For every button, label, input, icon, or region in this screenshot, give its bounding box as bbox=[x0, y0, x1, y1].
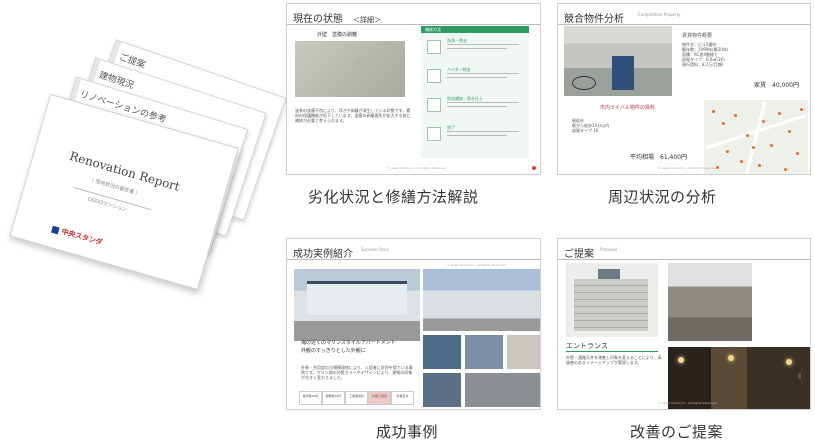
map-marker-icon bbox=[722, 122, 725, 125]
competitor-heading: 市内ライバル物件の賃料 bbox=[600, 105, 655, 111]
report-stack: ご提案 建物現況 リノベーションの参考 Renovation Report （ … bbox=[8, 39, 287, 291]
detail-photo bbox=[507, 335, 540, 369]
map-marker-icon bbox=[752, 146, 755, 149]
average-rent: 平均相場 61,400円 bbox=[630, 154, 687, 161]
slide-surroundings: 競合物件分析 Competitive Property 賃貸物件概要 物件名：ビ… bbox=[557, 3, 811, 175]
slide-footer: © Asahi Kentei Inc. All Rights Reserved bbox=[447, 263, 506, 267]
case-headline: 海の近くのマリンスタイルアパートメント 外観のすっきりとした外観に bbox=[301, 340, 396, 354]
map-marker-icon bbox=[800, 108, 803, 111]
slide-proposal: ご提案 Proposal エントランス 外壁・通路天井を改善し印象を変えることに… bbox=[557, 238, 811, 410]
repair-step: 劣化補修・防水仕上 bbox=[427, 96, 525, 118]
map-marker-icon bbox=[778, 112, 781, 115]
proposal-body: 外壁・通路天井を改善し印象を変えることにより、高級感のあるイメージアップが実現し… bbox=[566, 355, 662, 365]
light-icon bbox=[678, 357, 684, 363]
competitor-list: 駅徒歩 駅から徒歩15分以内 部屋タイプ 1K bbox=[572, 118, 610, 133]
slide-footer: © Asahi Kentei Inc. All Rights Reserved bbox=[658, 166, 717, 170]
light-icon bbox=[728, 355, 734, 361]
map-marker-icon bbox=[734, 114, 737, 117]
repair-method-panel: 補修方法 洗浄・除去 ハイター除去 劣化補修・防水仕上 完了 bbox=[421, 26, 529, 158]
repair-step: 洗浄・除去 bbox=[427, 38, 525, 60]
step-icon bbox=[427, 69, 441, 83]
repair-step: 完了 bbox=[427, 125, 525, 147]
repair-step: ハイター除去 bbox=[427, 67, 525, 89]
slide-title: 現在の状態 ＜詳細＞ bbox=[293, 14, 381, 25]
slide-body: 塗装の塗膜不良により、浮きや剥離が発生している状態です。素材の保護機能が低下して… bbox=[295, 108, 411, 123]
area-map bbox=[704, 100, 808, 174]
slide-success: 成功実例紹介 Success Story 海の近くのマリンスタイルアパートメント… bbox=[286, 238, 541, 410]
photo-label: 外壁 塗膜の剥離 bbox=[317, 32, 358, 38]
page-marker-icon bbox=[532, 166, 536, 170]
property-summary: 賃貸物件概要 物件名：ビル5番町 築年数：1999年(築20年) 面積：RC造4… bbox=[682, 33, 729, 68]
map-marker-icon bbox=[770, 144, 773, 147]
map-marker-icon bbox=[762, 120, 765, 123]
company-logo: 中央スタンダ bbox=[50, 224, 108, 249]
map-marker-icon bbox=[740, 160, 743, 163]
step-icon bbox=[427, 98, 441, 112]
case-body: 外装・共用部の大規模改修により、入居者に好評を得ている事例です。マリン調の外壁カ… bbox=[301, 365, 413, 380]
map-marker-icon bbox=[758, 164, 761, 167]
slide-footer: © Asahi Kentei Inc. All Rights Reserved bbox=[387, 166, 446, 170]
slide-footer: © Asahi Kentei Inc. All Rights Reserved bbox=[658, 401, 717, 405]
rent-value: 家賃 40,000円 bbox=[754, 82, 799, 89]
slide-title: 成功実例紹介 bbox=[293, 249, 353, 260]
wall-photo bbox=[295, 41, 405, 97]
map-marker-icon bbox=[746, 134, 749, 137]
section-heading: エントランス bbox=[566, 342, 608, 350]
caption-proposal: 改善のご提案 bbox=[630, 423, 724, 441]
caption-degradation: 劣化状況と修繕方法解説 bbox=[308, 188, 479, 206]
case-stats-table: 築年数20年 部屋数18戸 工事費用約 利回り改善 家賃変化 bbox=[299, 391, 414, 405]
map-marker-icon bbox=[784, 168, 787, 171]
map-marker-icon bbox=[726, 150, 729, 153]
slide-title: ご提案 bbox=[564, 249, 594, 260]
caption-surroundings: 周辺状況の分析 bbox=[608, 188, 717, 206]
map-marker-icon bbox=[796, 152, 799, 155]
map-marker-icon bbox=[712, 110, 715, 113]
slide-degradation: 現在の状態 ＜詳細＞ 外壁 塗膜の剥離 塗装の塗膜不良により、浮きや剥離が発生し… bbox=[286, 3, 541, 175]
step-icon bbox=[427, 127, 441, 141]
slide-title: 競合物件分析 bbox=[564, 14, 624, 25]
step-icon bbox=[427, 40, 441, 54]
light-icon bbox=[786, 359, 792, 365]
map-marker-icon bbox=[788, 130, 791, 133]
bicycle-icon bbox=[572, 76, 596, 90]
report-property-name: OOOOマンション bbox=[86, 196, 128, 214]
property-photo bbox=[564, 26, 672, 96]
building-photo bbox=[668, 263, 752, 341]
caption-success: 成功事例 bbox=[376, 423, 439, 441]
